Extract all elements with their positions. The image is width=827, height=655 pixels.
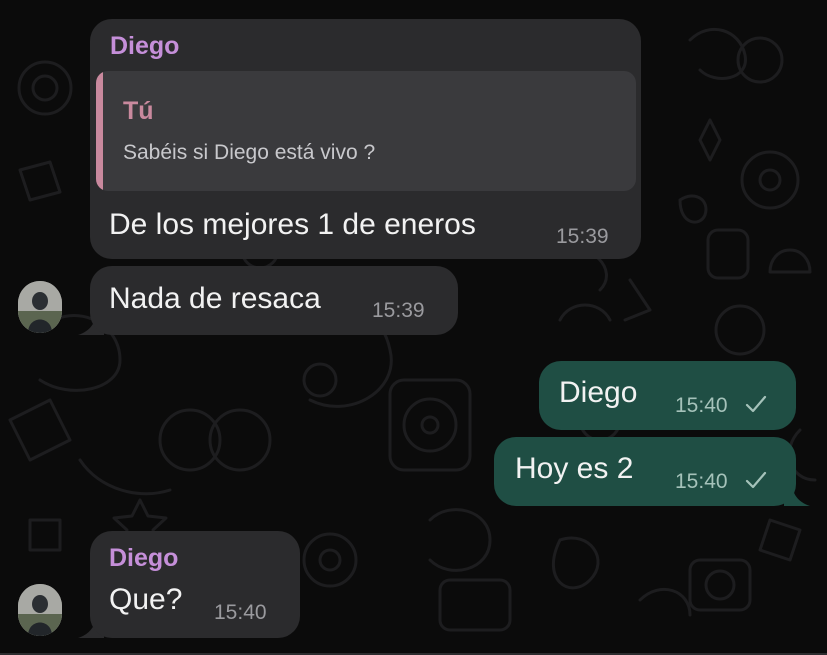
message-text: Diego (559, 376, 638, 409)
sender-name[interactable]: Diego (109, 544, 178, 573)
sender-name[interactable]: Diego (110, 32, 179, 61)
message-text: Hoy es 2 (515, 452, 634, 485)
incoming-message-bubble[interactable]: Diego Que? 15:40 (90, 531, 300, 638)
avatar-photo-icon (18, 281, 62, 333)
reply-quote[interactable]: Tú Sabéis si Diego está vivo ? (96, 71, 636, 191)
incoming-message-bubble[interactable]: Diego Tú Sabéis si Diego está vivo ? De … (90, 19, 641, 259)
reply-quote-accent-bar (96, 71, 103, 191)
sent-check-icon (745, 471, 767, 489)
message-text: Que? (109, 583, 183, 616)
sent-check-icon (745, 395, 767, 413)
contact-avatar[interactable] (18, 584, 62, 636)
outgoing-message-bubble[interactable]: Hoy es 2 15:40 (494, 437, 796, 506)
reply-quote-author: Tú (123, 97, 154, 125)
message-time: 15:40 (214, 601, 267, 624)
message-time: 15:39 (372, 299, 425, 322)
message-time: 15:40 (675, 470, 728, 493)
message-text: De los mejores 1 de eneros (109, 208, 476, 241)
incoming-message-bubble[interactable]: Nada de resaca 15:39 (90, 266, 458, 335)
bubble-tail (784, 482, 810, 506)
reply-quote-text: Sabéis si Diego está vivo ? (123, 141, 376, 164)
message-text: Nada de resaca (109, 282, 321, 315)
avatar-photo-icon (18, 584, 62, 636)
message-time: 15:40 (675, 394, 728, 417)
message-time: 15:39 (556, 225, 609, 248)
contact-avatar[interactable] (18, 281, 62, 333)
outgoing-message-bubble[interactable]: Diego 15:40 (539, 361, 796, 430)
